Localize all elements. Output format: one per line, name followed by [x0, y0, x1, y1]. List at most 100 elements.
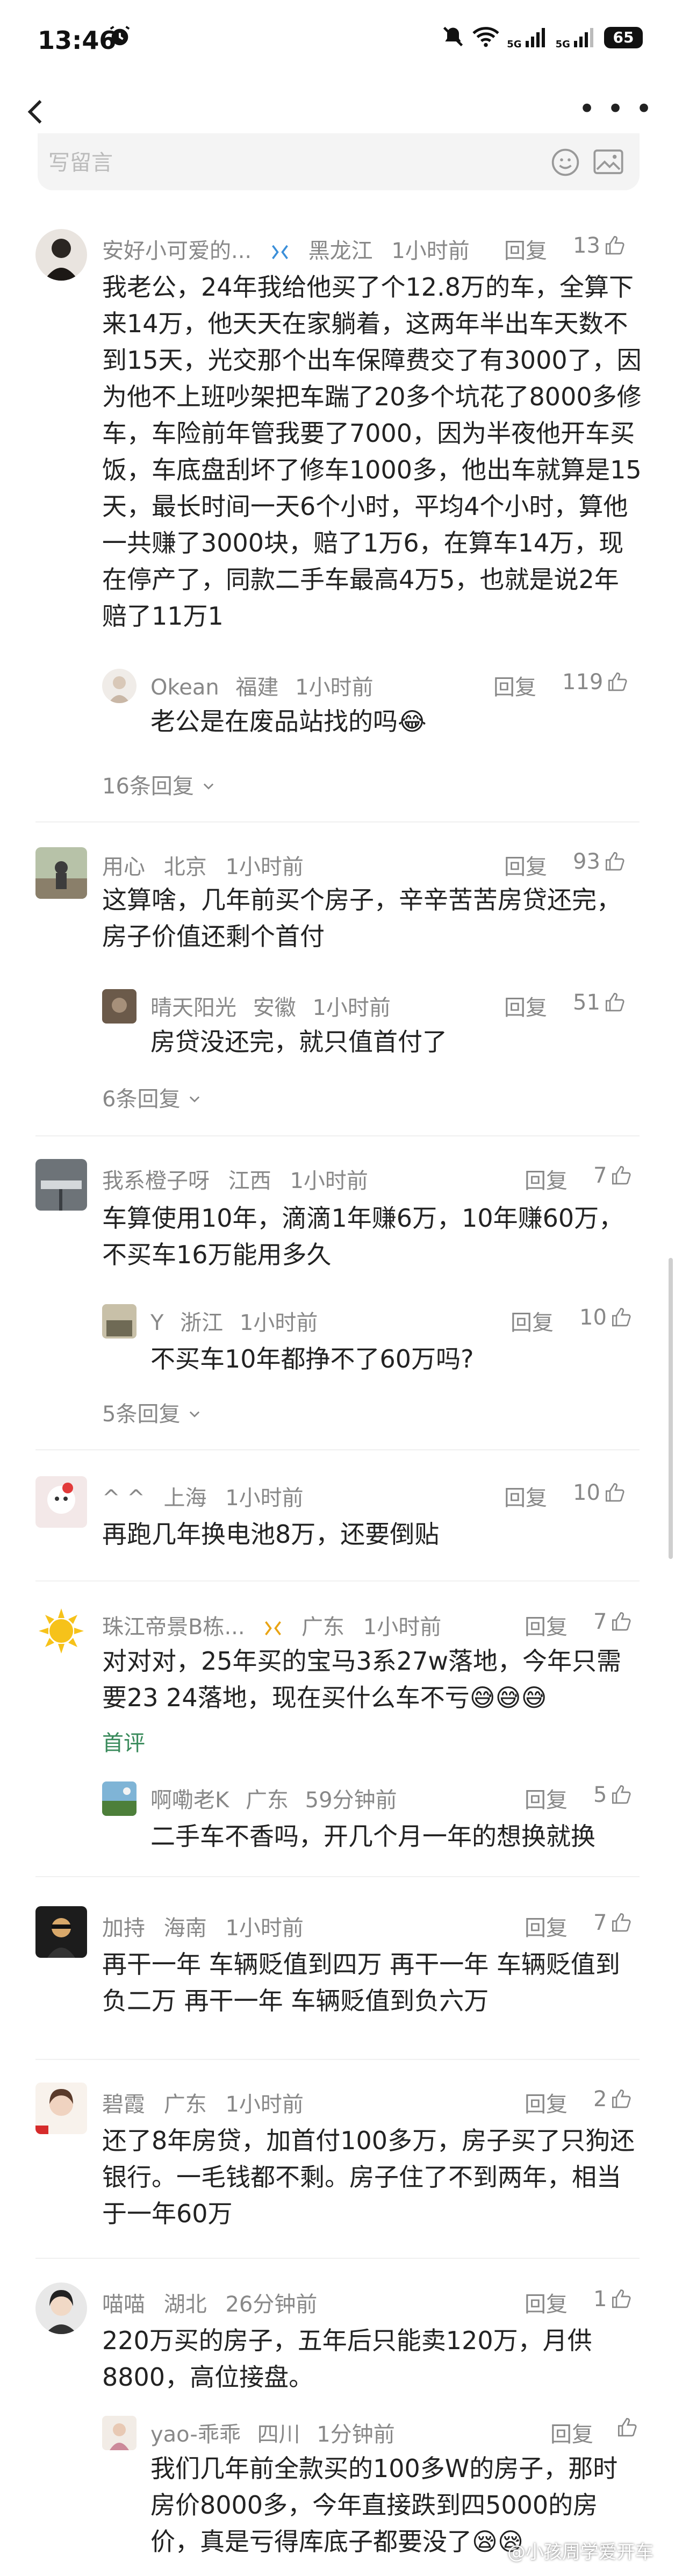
comment-time: 1小时前 [225, 1916, 304, 1941]
status-time: 13:46 [38, 26, 117, 55]
battery-indicator: 65 [604, 27, 643, 48]
avatar[interactable] [102, 669, 137, 703]
like-count: 5 [593, 1783, 607, 1807]
like-button[interactable]: 10 [573, 1480, 626, 1505]
like-count: 10 [579, 1305, 607, 1330]
comment-input-bar[interactable]: 写留言 [38, 133, 640, 190]
reply-button[interactable]: 回复 [525, 1163, 568, 1194]
avatar[interactable] [102, 989, 137, 1024]
comment-input-placeholder[interactable]: 写留言 [48, 145, 113, 176]
comment-username[interactable]: 我系橙子呀 [102, 1169, 210, 1193]
like-button[interactable]: 5 [593, 1783, 633, 1807]
avatar[interactable] [35, 847, 87, 899]
avatar[interactable] [102, 2416, 137, 2450]
comment-username[interactable]: 碧霞 [102, 2092, 145, 2117]
reply-username[interactable]: Y [150, 1311, 163, 1335]
watermark: @小孩周学爱开车 [507, 2542, 654, 2563]
reply-username[interactable]: Okean [150, 675, 219, 700]
comment-username[interactable]: 安好小可爱的... [102, 239, 252, 263]
thumb-up-icon [605, 851, 624, 871]
reply-username[interactable]: yao-乖乖 [150, 2422, 241, 2447]
thumb-up-icon [608, 672, 627, 691]
signal-5g-icon-1: 5G [507, 26, 548, 50]
reply-button[interactable]: 回复 [525, 2287, 568, 2318]
like-button[interactable]: 7 [593, 1910, 633, 1935]
avatar[interactable] [35, 229, 87, 281]
comment-username[interactable]: ^ ^ [102, 1486, 145, 1511]
like-button[interactable]: 2 [593, 2087, 633, 2112]
avatar[interactable] [35, 1159, 87, 1211]
reply-button[interactable]: 回复 [511, 1305, 554, 1336]
reply-region: 四川 [257, 2422, 300, 2447]
thumb-up-icon [612, 1612, 631, 1631]
reply-time: 59分钟前 [305, 1788, 397, 1813]
avatar[interactable] [35, 1476, 87, 1528]
more-replies-link[interactable]: 16条回复 [102, 769, 216, 800]
scrollbar[interactable] [669, 1258, 673, 1559]
divider [35, 1135, 640, 1136]
reply-region: 福建 [235, 675, 279, 700]
comment-time: 1小时前 [225, 2092, 304, 2117]
thumb-up-icon [605, 1483, 624, 1502]
reply-button[interactable]: 回复 [525, 1609, 568, 1641]
comment-time: 26分钟前 [225, 2292, 318, 2317]
emoji-icon[interactable] [550, 147, 580, 180]
like-button[interactable]: 1 [593, 2287, 633, 2312]
comment-username[interactable]: 喵喵 [102, 2292, 145, 2317]
like-button[interactable]: 119 [562, 670, 629, 695]
like-count: 7 [593, 1163, 607, 1188]
avatar[interactable] [102, 1304, 137, 1339]
comment-username[interactable]: 珠江帝景B栋... [102, 1615, 245, 1640]
reply-button[interactable]: 回复 [504, 990, 547, 1021]
like-button[interactable]: 13 [573, 233, 626, 258]
image-icon[interactable] [593, 148, 623, 177]
reply-button[interactable]: 回复 [504, 233, 547, 264]
avatar[interactable] [35, 2282, 87, 2334]
like-button[interactable]: 51 [573, 990, 626, 1015]
reply-username[interactable]: 晴天阳光 [150, 996, 236, 1020]
reply-region: 广东 [245, 1788, 289, 1813]
comment-text: 220万买的房子，五年后只能卖120万，月供8800，高位接盘。 [102, 2326, 592, 2392]
avatar[interactable] [35, 1605, 87, 1657]
chevron-down-icon [190, 1096, 200, 1103]
like-count: 1 [593, 2287, 607, 2312]
reply-button[interactable]: 回复 [550, 2417, 593, 2448]
status-bar: 13:46 5G 5G 65 [0, 0, 675, 81]
more-replies-link[interactable]: 5条回复 [102, 1397, 202, 1428]
comment-text: 再跑几年换电池8万，还要倒贴 [102, 1520, 440, 1549]
like-button[interactable]: 10 [579, 1305, 633, 1330]
reply-button[interactable]: 回复 [525, 1910, 568, 1942]
comment-region: 湖北 [163, 2292, 207, 2317]
avatar[interactable] [35, 2083, 87, 2134]
reply-time: 1小时前 [239, 1311, 318, 1335]
like-button[interactable]: 7 [593, 1163, 633, 1188]
comment-region: 黑龙江 [308, 239, 373, 263]
divider [35, 821, 640, 822]
reply-username[interactable]: 啊嘞老K [150, 1788, 229, 1813]
avatar[interactable] [35, 1906, 87, 1958]
like-button[interactable]: 93 [573, 849, 626, 874]
reply-time: 1分钟前 [317, 2422, 395, 2447]
reply-button[interactable]: 回复 [493, 670, 536, 701]
thumb-up-icon [618, 2417, 637, 2437]
more-options-icon[interactable]: • • • [578, 95, 654, 124]
comment-username[interactable]: 加持 [102, 1916, 145, 1941]
comment-username[interactable]: 用心 [102, 855, 145, 879]
like-count: 2 [593, 2087, 607, 2112]
comment-time: 1小时前 [225, 855, 304, 879]
reply-button[interactable]: 回复 [504, 1480, 547, 1512]
reply-button[interactable]: 回复 [525, 2087, 568, 2118]
like-button[interactable]: 7 [593, 1609, 633, 1634]
comment-time: 1小时前 [391, 239, 470, 263]
divider [35, 1876, 640, 1877]
avatar[interactable] [102, 1781, 137, 1816]
thumb-up-icon [612, 1165, 631, 1185]
reply-region: 安徽 [253, 996, 296, 1020]
reply-button[interactable]: 回复 [504, 849, 547, 881]
signal-5g-icon-2: 5G [556, 26, 597, 50]
reply-button[interactable]: 回复 [525, 1783, 568, 1814]
more-replies-link[interactable]: 6条回复 [102, 1082, 202, 1113]
like-button[interactable] [613, 2417, 638, 2438]
like-count: 119 [562, 670, 604, 695]
back-arrow-icon[interactable] [20, 96, 53, 128]
